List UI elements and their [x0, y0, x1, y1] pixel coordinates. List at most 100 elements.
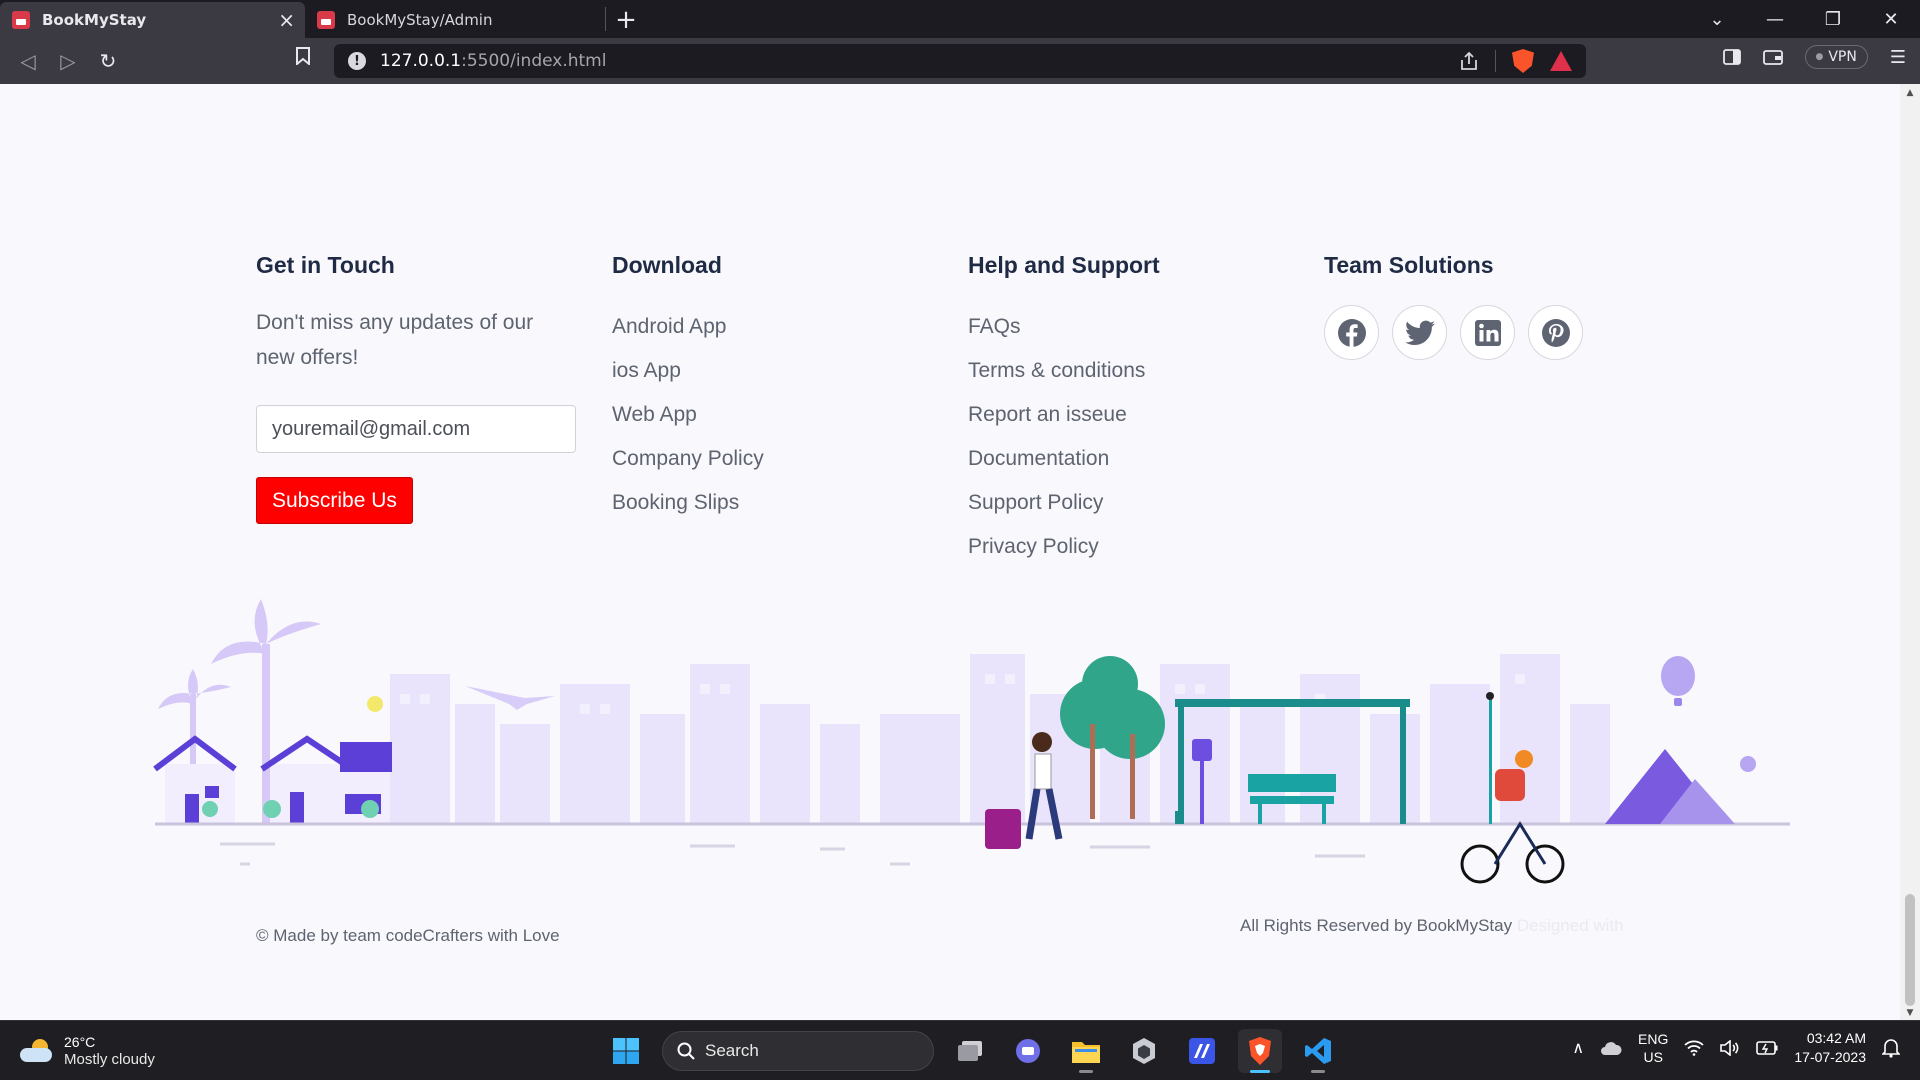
- language-indicator[interactable]: ENG US: [1638, 1030, 1668, 1066]
- download-column: Download Android App ios App Web App Com…: [612, 252, 764, 525]
- help-link-faqs[interactable]: FAQs: [968, 305, 1160, 349]
- email-field[interactable]: [256, 405, 576, 453]
- brave-rewards-icon[interactable]: [1550, 51, 1572, 71]
- url-path: :5500/index.html: [461, 51, 607, 71]
- brave-browser-icon: [1249, 1037, 1271, 1065]
- copyright-text: © Made by team codeCrafters with Love: [256, 926, 560, 945]
- region-code: US: [1643, 1049, 1663, 1065]
- battery-icon[interactable]: [1756, 1041, 1778, 1055]
- download-link-android[interactable]: Android App: [612, 305, 764, 349]
- pinterest-button[interactable]: [1528, 305, 1583, 360]
- download-link-company-policy[interactable]: Company Policy: [612, 437, 764, 481]
- address-bar[interactable]: ! 127.0.0.1:5500/index.html: [334, 44, 1586, 78]
- get-in-touch-heading: Get in Touch: [256, 252, 395, 278]
- brave-shields-icon[interactable]: [1512, 49, 1534, 73]
- active-indicator: [1250, 1070, 1270, 1073]
- help-link-support-policy[interactable]: Support Policy: [968, 481, 1160, 525]
- city-illustration: [153, 599, 1790, 884]
- brave-browser-button[interactable]: [1238, 1029, 1282, 1073]
- rights-label: All Rights Reserved by BookMyStay: [1240, 916, 1513, 935]
- help-link-terms[interactable]: Terms & conditions: [968, 349, 1160, 393]
- page-content: Get in Touch Don't miss any updates of o…: [0, 84, 1900, 1020]
- task-view-icon: [958, 1041, 982, 1061]
- newsletter-description: Don't miss any updates of our new offers…: [256, 311, 534, 369]
- vpn-button[interactable]: VPN: [1804, 45, 1868, 69]
- facebook-button[interactable]: [1324, 305, 1379, 360]
- help-link-documentation[interactable]: Documentation: [968, 437, 1160, 481]
- bookmark-icon[interactable]: [296, 46, 310, 70]
- download-link-ios[interactable]: ios App: [612, 349, 764, 393]
- pinterest-icon: [1541, 318, 1570, 347]
- running-indicator: [1311, 1070, 1325, 1073]
- clock-date: 17-07-2023: [1794, 1049, 1866, 1065]
- tab-bookmystay[interactable]: BookMyStay ×: [0, 2, 305, 38]
- browser-tab-bar: BookMyStay × BookMyStay/Admin + ⌄ — ❐ ✕: [0, 0, 1920, 38]
- team-solutions-column: Team Solutions: [1324, 252, 1583, 360]
- new-tab-button[interactable]: +: [606, 2, 646, 38]
- clock-time: 03:42 AM: [1806, 1030, 1866, 1046]
- windows-logo-icon: [613, 1038, 639, 1064]
- facebook-icon: [1337, 318, 1366, 347]
- site-info-icon[interactable]: !: [348, 52, 366, 70]
- scrollbar-thumb[interactable]: [1905, 894, 1915, 1006]
- forward-button[interactable]: ▷: [48, 41, 88, 81]
- help-link-report-issue[interactable]: Report an isseue: [968, 393, 1160, 437]
- page-scrollbar[interactable]: ▲ ▼: [1900, 84, 1920, 1020]
- subscribe-button[interactable]: Subscribe Us: [256, 477, 413, 524]
- download-heading: Download: [612, 252, 722, 278]
- unity-hub-button[interactable]: [1122, 1029, 1166, 1073]
- help-support-heading: Help and Support: [968, 252, 1160, 278]
- editor-app-icon: [1189, 1038, 1215, 1064]
- get-in-touch-column: Get in Touch Don't miss any updates of o…: [256, 252, 576, 524]
- download-link-web[interactable]: Web App: [612, 393, 764, 437]
- notifications-bell-icon[interactable]: [1882, 1038, 1900, 1058]
- teams-chat-button[interactable]: [1006, 1029, 1050, 1073]
- sidebar-icon[interactable]: [1722, 49, 1741, 65]
- running-indicator: [1079, 1070, 1093, 1073]
- file-explorer-button[interactable]: [1064, 1029, 1108, 1073]
- download-link-booking-slips[interactable]: Booking Slips: [612, 481, 764, 525]
- site-favicon-icon: [12, 11, 30, 29]
- windows-taskbar: 26°C Mostly cloudy Search ∧ ENG US 03:42…: [0, 1020, 1920, 1080]
- clock[interactable]: 03:42 AM 17-07-2023: [1794, 1029, 1866, 1067]
- back-button[interactable]: ◁: [8, 41, 48, 81]
- close-window-button[interactable]: ✕: [1862, 9, 1920, 30]
- wifi-icon[interactable]: [1684, 1040, 1704, 1056]
- twitter-button[interactable]: [1392, 305, 1447, 360]
- cube-app-icon: [1133, 1038, 1155, 1064]
- help-link-privacy-policy[interactable]: Privacy Policy: [968, 525, 1160, 569]
- share-icon[interactable]: [1459, 51, 1479, 71]
- temperature: 26°C: [64, 1034, 96, 1050]
- tab-list-chevron-icon[interactable]: ⌄: [1688, 9, 1746, 30]
- rights-faded-text: Designed with: [1516, 916, 1624, 935]
- wallet-icon[interactable]: [1762, 48, 1783, 66]
- taskbar-search[interactable]: Search: [662, 1031, 934, 1071]
- language-code: ENG: [1638, 1031, 1669, 1047]
- linkedin-button[interactable]: [1460, 305, 1515, 360]
- vscode-button[interactable]: [1296, 1029, 1340, 1073]
- system-tray: ∧ ENG US 03:42 AM 17-07-2023: [1572, 1029, 1900, 1067]
- twitter-icon: [1404, 320, 1435, 345]
- menu-icon[interactable]: ☰: [1890, 47, 1906, 68]
- reload-button[interactable]: ↻: [88, 41, 128, 81]
- onedrive-cloud-icon[interactable]: [1600, 1040, 1622, 1056]
- tab-title: BookMyStay: [42, 11, 147, 29]
- weather-widget[interactable]: 26°C Mostly cloudy: [20, 1033, 155, 1068]
- start-button[interactable]: [604, 1029, 648, 1073]
- volume-icon[interactable]: [1720, 1040, 1740, 1056]
- tab-bookmystay-admin[interactable]: BookMyStay/Admin: [305, 2, 605, 38]
- restore-button[interactable]: ❐: [1804, 9, 1862, 30]
- chat-icon: [1016, 1039, 1040, 1063]
- scroll-down-arrow-icon[interactable]: ▼: [1900, 1008, 1920, 1018]
- task-view-button[interactable]: [948, 1029, 992, 1073]
- scroll-up-arrow-icon[interactable]: ▲: [1900, 88, 1920, 98]
- browser-toolbar: ◁ ▷ ↻ ! 127.0.0.1:5500/index.html VPN ☰: [0, 38, 1920, 84]
- linkedin-icon: [1474, 319, 1501, 346]
- minimize-button[interactable]: —: [1746, 9, 1804, 30]
- vscode-icon: [1305, 1038, 1331, 1064]
- close-tab-icon[interactable]: ×: [278, 8, 295, 32]
- editor-app-button[interactable]: [1180, 1029, 1224, 1073]
- window-controls: ⌄ — ❐ ✕: [1688, 0, 1920, 38]
- show-hidden-icons-chevron-icon[interactable]: ∧: [1572, 1038, 1584, 1058]
- weather-condition: Mostly cloudy: [64, 1051, 155, 1068]
